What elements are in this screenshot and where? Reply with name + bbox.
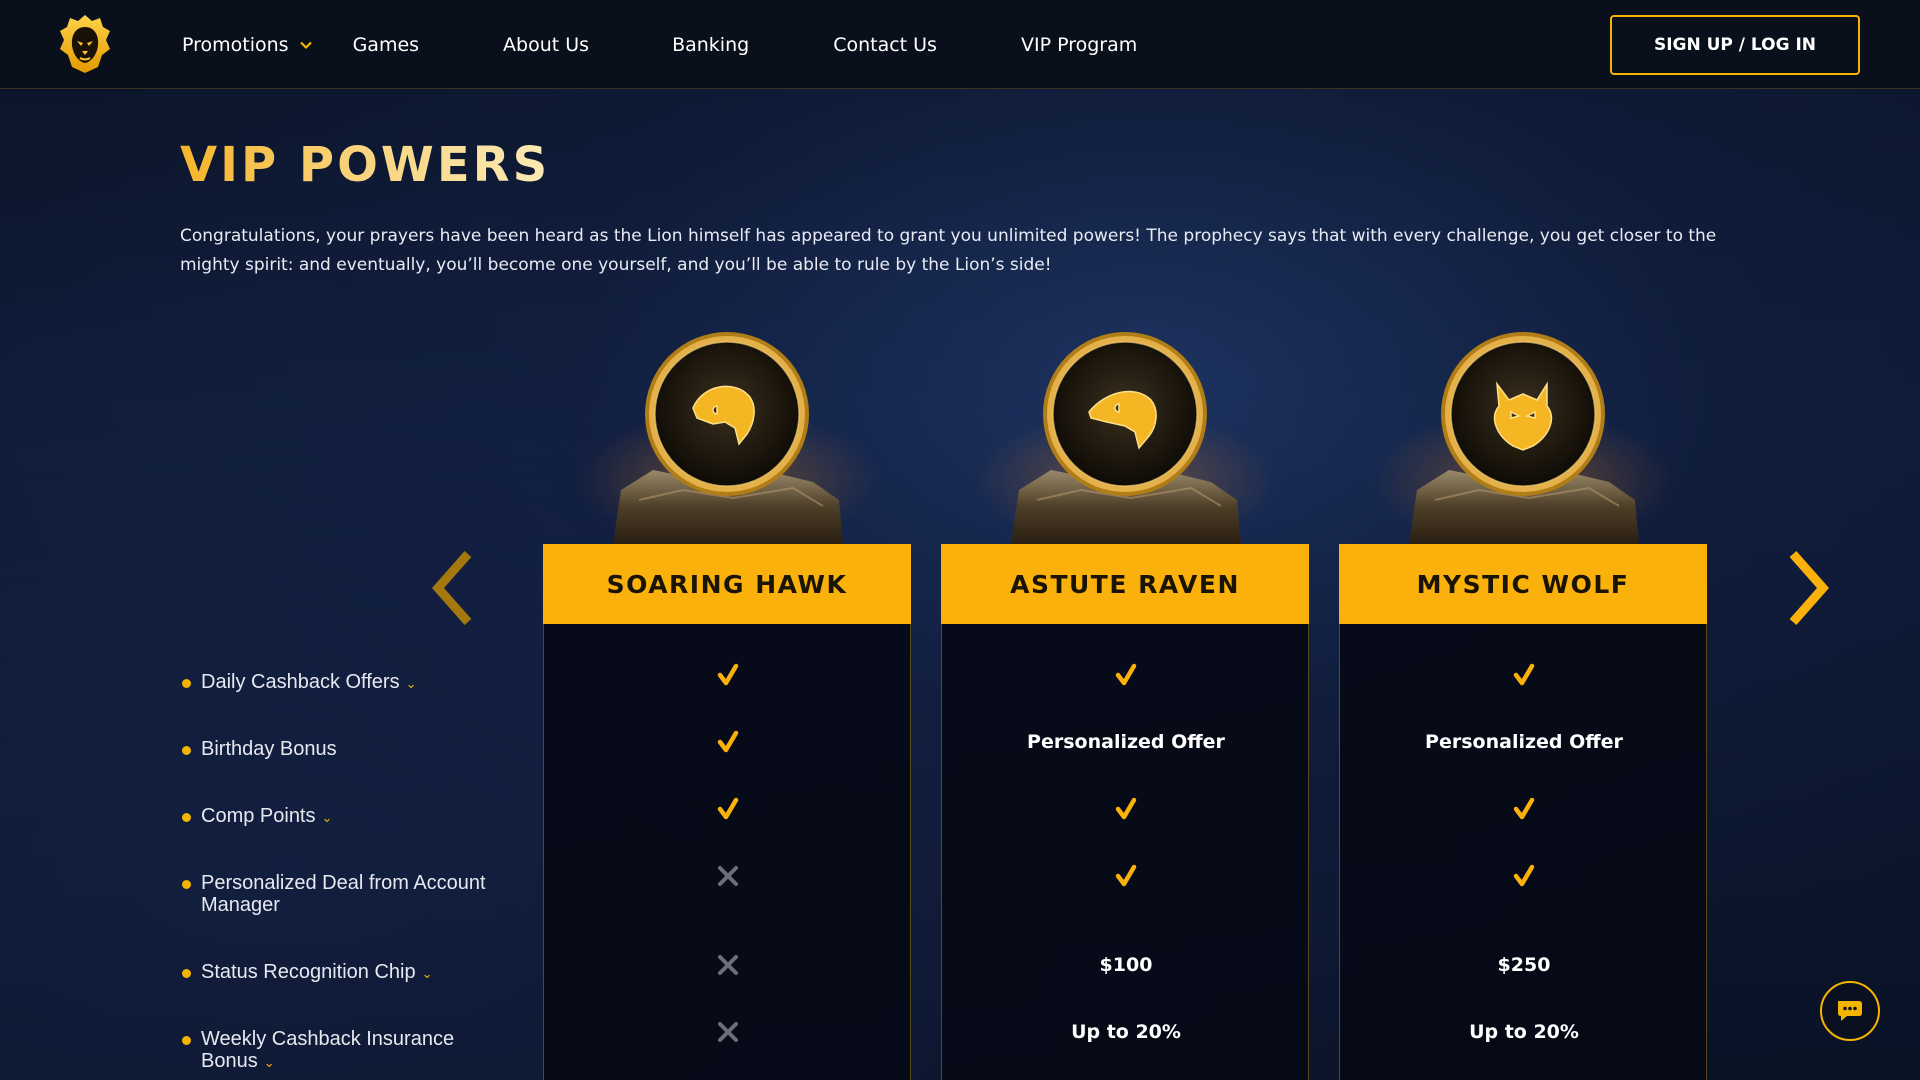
raven-icon [975, 332, 1275, 550]
feature-label: Daily Cashback Offers [201, 671, 400, 693]
bullet-dot [182, 679, 191, 688]
nav-vip-program-label: VIP Program [1020, 33, 1138, 56]
tier-value: Personalized Offer [1027, 731, 1225, 753]
check-icon [544, 789, 912, 829]
feature-label: Birthday Bonus [201, 738, 337, 760]
tier-body: Personalized Offer $250 Up to 20% [1339, 624, 1707, 1080]
nav-contact-us[interactable]: Contact Us [833, 34, 937, 56]
feature-personalized-deal: Personalized Deal from Account Manager [182, 872, 502, 916]
check-icon [544, 722, 912, 762]
nav-about-us[interactable]: About Us [503, 34, 589, 56]
tier-value: Personalized Offer [1425, 731, 1623, 753]
cross-icon [544, 856, 912, 896]
bullet-dot [182, 746, 191, 755]
carousel-next-arrow-icon[interactable] [1783, 548, 1833, 628]
feature-label-line2: Bonus [201, 1050, 258, 1072]
tier-value: $100 [1099, 954, 1153, 976]
tier-name: SOARING HAWK [543, 544, 911, 624]
chat-bubble-icon [1838, 1001, 1862, 1021]
chevron-down-icon: ⌄ [421, 966, 433, 981]
bullet-dot [182, 1036, 191, 1045]
intro-text: Congratulations, your prayers have been … [180, 226, 1717, 275]
carousel-prev-arrow-icon[interactable] [428, 548, 478, 628]
bullet-dot [182, 969, 191, 978]
nav-contact-us-label: Contact Us [833, 33, 937, 56]
tier-column-2: ASTUTE RAVEN Personalized Offer $100 Up to … [941, 330, 1309, 1080]
tier-body [543, 624, 911, 1080]
tier-value: Up to 20% [1469, 1021, 1579, 1043]
chat-button[interactable] [1820, 981, 1880, 1041]
tier-medal [1339, 330, 1707, 550]
top-navbar: Promotions Games About Us Banking Contac… [0, 0, 1920, 89]
feature-weekly-cashback[interactable]: Weekly Cashback Insurance Bonus ⌄ [182, 1028, 502, 1074]
wolf-icon [1373, 332, 1673, 550]
chevron-down-icon [299, 41, 312, 49]
signup-login-button[interactable]: SIGN UP / LOG IN [1610, 15, 1860, 75]
feature-daily-cashback[interactable]: Daily Cashback Offers ⌄ [182, 671, 502, 695]
tier-medal [941, 330, 1309, 550]
chevron-down-icon: ⌄ [263, 1055, 275, 1070]
tier-name: MYSTIC WOLF [1339, 544, 1707, 624]
nav-vip-program[interactable]: VIP Program [1021, 34, 1137, 56]
feature-label: Personalized Deal from Account [201, 872, 486, 894]
check-icon [942, 655, 1310, 695]
tier-column-3: MYSTIC WOLF Personalized Offer $250 Up to 2… [1339, 330, 1707, 1080]
check-icon [1340, 856, 1708, 896]
feature-label: Status Recognition Chip [201, 961, 416, 983]
cross-icon [544, 1012, 912, 1052]
feature-status-chip[interactable]: Status Recognition Chip ⌄ [182, 961, 502, 985]
nav-banking[interactable]: Banking [672, 34, 749, 56]
bullet-dot [182, 813, 191, 822]
nav-games[interactable]: Games [353, 34, 419, 56]
check-icon [942, 789, 1310, 829]
feature-label: Weekly Cashback Insurance [201, 1028, 455, 1050]
chevron-down-icon: ⌄ [321, 810, 333, 825]
tier-medal [543, 330, 911, 550]
chevron-down-icon: ⌄ [405, 676, 417, 691]
check-icon [1340, 655, 1708, 695]
nav-promotions[interactable]: Promotions [182, 34, 313, 56]
tier-value: Up to 20% [1071, 1021, 1181, 1043]
tier-column-1: SOARING HAWK [543, 330, 911, 1080]
bullet-dot [182, 880, 191, 889]
check-icon [1340, 789, 1708, 829]
page: Promotions Games About Us Banking Contac… [0, 0, 1920, 1080]
feature-birthday-bonus: Birthday Bonus [182, 738, 502, 760]
feature-label: Comp Points [201, 805, 316, 827]
tier-name: ASTUTE RAVEN [941, 544, 1309, 624]
page-title: VIP POWERS [180, 137, 551, 193]
feature-label-line2: Manager [201, 894, 280, 916]
nav-promotions-label: Promotions [182, 33, 289, 56]
cross-icon [544, 945, 912, 985]
check-icon [544, 655, 912, 695]
nav-games-label: Games [352, 33, 420, 56]
tier-body: Personalized Offer $100 Up to 20% [941, 624, 1309, 1080]
check-icon [942, 856, 1310, 896]
main-nav: Promotions Games About Us Banking Contac… [182, 0, 1137, 89]
feature-comp-points[interactable]: Comp Points ⌄ [182, 805, 502, 829]
tier-value: $250 [1497, 954, 1551, 976]
lion-logo-icon[interactable] [58, 13, 112, 75]
nav-about-us-label: About Us [503, 33, 590, 56]
nav-banking-label: Banking [672, 33, 750, 56]
hawk-icon [577, 332, 877, 550]
